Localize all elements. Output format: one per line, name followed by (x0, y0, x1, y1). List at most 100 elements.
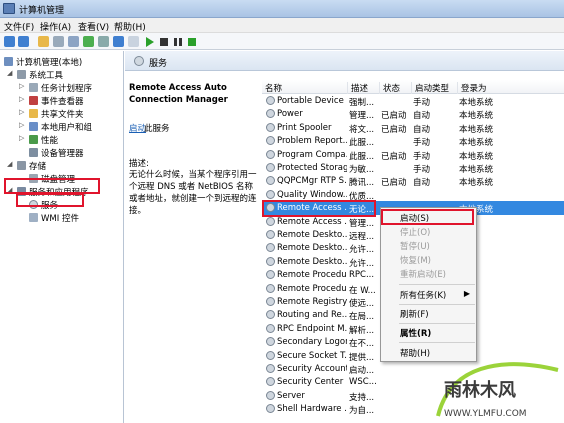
expand-icon[interactable]: ▷ (19, 134, 24, 142)
service-name-cell: Remote Procedu... (277, 283, 347, 294)
gear-icon (266, 337, 275, 347)
tree-item-task-scheduler[interactable]: ▷ 任务计划程序 (0, 81, 124, 94)
service-row[interactable]: Security Center WSC... (262, 375, 564, 388)
service-name-cell: Quality Window... (277, 189, 347, 200)
service-row[interactable]: QQPCMgr RTP S... 腾讯... 已启动 自动 本地系统 (262, 174, 564, 189)
tree-item-system-tools[interactable]: ◢ 系统工具 (0, 68, 124, 81)
refresh-icon[interactable] (83, 36, 94, 47)
menu-action[interactable]: 操作(A) (40, 20, 71, 33)
properties-icon[interactable] (128, 36, 139, 47)
service-logon-cell: 本地系统 (459, 178, 494, 189)
expand-icon[interactable]: ▷ (19, 121, 24, 129)
gear-icon (266, 96, 275, 105)
column-name[interactable]: 名称 (262, 82, 347, 94)
service-desc-cell: 允许... (349, 258, 375, 269)
menu-item-all-tasks[interactable]: 所有任务(K) ▶ (381, 288, 476, 301)
service-row[interactable]: Security Account...启动... (262, 362, 564, 376)
tree-item-event-viewer[interactable]: ▷ 事件查看器 (0, 94, 124, 107)
service-row[interactable]: Power 管理... 已启动 自动 本地系统 (262, 107, 564, 121)
service-row[interactable]: Print Spooler 将文... 已启动 自动 本地系统 (262, 121, 564, 135)
gear-icon (266, 256, 275, 266)
show-tree-icon[interactable] (53, 36, 64, 47)
service-name-cell: Remote Procedu... (277, 270, 347, 281)
list-view-icon[interactable] (68, 36, 79, 47)
menu-file[interactable]: 文件(F) (4, 20, 34, 33)
column-startup-type[interactable]: 启动类型 (411, 82, 457, 94)
stop-service-icon[interactable] (160, 38, 168, 46)
service-desc-cell: WSC... (349, 377, 377, 388)
expand-icon[interactable]: ▷ (19, 108, 24, 116)
tree-item-performance[interactable]: ▷ 性能 (0, 133, 124, 146)
column-logon-as[interactable]: 登录为 (457, 82, 507, 94)
service-name-cell: Server (277, 390, 305, 401)
tree-item-shared-folders[interactable]: ▷ 共享文件夹 (0, 107, 124, 120)
description-label: 描述: (129, 159, 149, 169)
submenu-arrow-icon: ▶ (463, 289, 470, 298)
help-icon[interactable] (113, 36, 124, 47)
performance-icon (29, 135, 38, 144)
menu-item-stop[interactable]: 停止(O) (381, 225, 476, 238)
gear-icon (266, 404, 275, 414)
service-row[interactable]: Problem Report... 此服... 手动 本地系统 (262, 134, 564, 149)
expand-icon[interactable]: ▷ (19, 95, 24, 103)
tree-item-wmi[interactable]: WMI 控件 (0, 211, 124, 224)
tree-item-root[interactable]: 计算机管理(本地) (0, 55, 124, 68)
description-text: 无论什么时候，当某个程序引用一个远程 DNS 或者 NetBIOS 名称或者地址… (129, 170, 257, 216)
service-desc-cell: 将文... (349, 124, 375, 135)
service-row[interactable]: Shell Hardware ... 为自... (262, 402, 564, 417)
gear-icon (266, 189, 275, 199)
gear-icon (266, 350, 275, 360)
gear-icon (266, 149, 275, 159)
service-logon-cell: 本地系统 (459, 138, 494, 149)
menu-item-properties[interactable]: 属性(R) (381, 326, 476, 339)
up-folder-icon[interactable] (38, 36, 49, 47)
collapse-icon[interactable]: ◢ (7, 69, 12, 77)
gear-icon (266, 216, 275, 226)
service-row[interactable]: Program Compa... 此服... 已启动 手动 本地系统 (262, 148, 564, 162)
tree-item-local-users[interactable]: ▷ 本地用户和组 (0, 120, 124, 133)
menu-help[interactable]: 帮助(H) (114, 20, 146, 33)
service-name: Remote Access Auto Connection Manager (129, 83, 228, 105)
event-log-icon (29, 96, 38, 105)
menu-item-refresh[interactable]: 刷新(F) (381, 307, 476, 320)
computer-icon (4, 57, 13, 66)
back-icon[interactable] (4, 36, 15, 47)
service-name-cell: Remote Deskto... (277, 256, 347, 267)
gear-icon (266, 390, 275, 400)
export-icon[interactable] (98, 36, 109, 47)
expand-icon[interactable]: ▷ (19, 82, 24, 90)
service-desc-cell: 强制... (349, 98, 375, 108)
clock-icon (29, 83, 38, 92)
highlight-box-start-item (381, 209, 474, 225)
service-desc-cell: 为敏... (349, 165, 375, 175)
collapse-icon[interactable]: ◢ (7, 160, 12, 168)
menu-view[interactable]: 查看(V) (78, 20, 109, 33)
column-description[interactable]: 描述 (347, 82, 379, 94)
restart-service-icon[interactable] (188, 38, 196, 46)
service-name-cell: Problem Report... (277, 136, 347, 147)
menu-item-pause[interactable]: 暂停(U) (381, 239, 476, 252)
service-desc-cell: 支持... (349, 392, 375, 403)
service-name-cell: Remote Registry (277, 297, 347, 307)
menu-item-resume[interactable]: 恢复(M) (381, 253, 476, 266)
computer-management-icon (3, 3, 15, 14)
service-row[interactable]: Protected Storage 为敏... 手动 本地系统 (262, 161, 564, 175)
service-row[interactable]: Server 支持... (262, 389, 564, 403)
highlight-box-services (16, 193, 84, 207)
menu-item-help[interactable]: 帮助(H) (381, 346, 476, 359)
service-desc-cell: 允许... (349, 245, 375, 256)
navigation-tree: 计算机管理(本地) ◢ 系统工具 ▷ 任务计划程序 ▷ 事件查看器 ▷ 共享文件… (0, 51, 124, 423)
column-status[interactable]: 状态 (379, 82, 411, 94)
tree-item-device-manager[interactable]: 设备管理器 (0, 146, 124, 159)
forward-icon[interactable] (18, 36, 29, 47)
gear-icon (266, 163, 275, 172)
start-service-icon[interactable] (146, 37, 154, 47)
service-name-cell: Security Account... (277, 364, 347, 374)
tree-item-storage[interactable]: ◢ 存储 (0, 159, 124, 172)
service-desc-cell: 为自... (349, 406, 375, 417)
pause-service-icon[interactable] (174, 38, 182, 46)
service-logon-cell: 本地系统 (459, 165, 494, 175)
service-row[interactable]: Portable Device ... 强制... 手动 本地系统 (262, 94, 564, 108)
menu-item-restart[interactable]: 重新启动(E) (381, 267, 476, 280)
service-name-cell: Routing and Re... (277, 310, 347, 321)
